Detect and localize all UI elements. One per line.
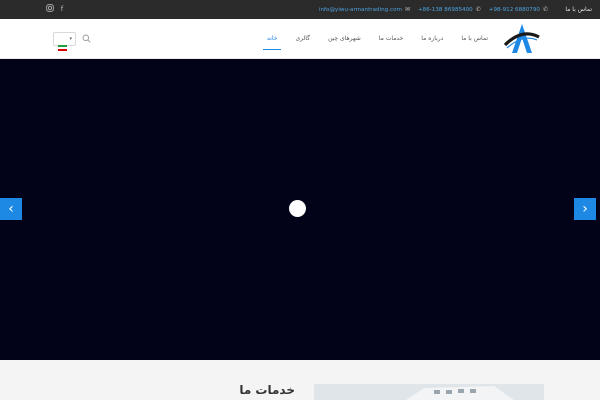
main-menu: خانه گالری شهرهای چین خدمات ما درباره ما… xyxy=(263,19,492,59)
phone-link-1[interactable]: +86-138 86985400 ✆ xyxy=(418,6,481,13)
slider-loading-indicator xyxy=(289,200,306,217)
iran-flag-icon xyxy=(58,36,67,51)
nav-item-about[interactable]: درباره ما xyxy=(417,19,447,59)
main-navbar: خانه گالری شهرهای چین خدمات ما درباره ما… xyxy=(0,19,600,59)
phone-text-1[interactable]: +86-138 86985400 xyxy=(418,7,473,13)
top-bar: f info@yiwu-armantrading.com ✉ +86-138 8… xyxy=(0,0,600,19)
nav-item-gallery[interactable]: گالری xyxy=(291,19,314,59)
phone-icon: ✆ xyxy=(475,6,481,13)
nav-item-home[interactable]: خانه xyxy=(263,19,282,59)
slider-prev-button[interactable]: ‹ xyxy=(0,198,22,220)
nav-item-contact[interactable]: تماس با ما xyxy=(457,19,492,59)
nav-item-china-cities[interactable]: شهرهای چین xyxy=(324,19,365,59)
services-title: خدمات ما xyxy=(239,383,295,397)
site-logo[interactable] xyxy=(503,23,541,57)
hero-slider: ‹ › xyxy=(0,59,600,360)
chevron-left-icon: ‹ xyxy=(8,201,14,217)
chevron-down-icon: ▾ xyxy=(69,36,72,42)
language-selector[interactable]: ▾ xyxy=(53,32,76,51)
email-text[interactable]: info@yiwu-armantrading.com xyxy=(319,7,402,13)
services-image xyxy=(314,384,544,400)
chevron-right-icon: › xyxy=(582,201,588,217)
instagram-icon[interactable] xyxy=(45,4,55,14)
search-icon[interactable] xyxy=(82,34,92,44)
envelope-icon: ✉ xyxy=(404,6,410,13)
phone-text-2[interactable]: +98-912 6880790 xyxy=(489,7,540,13)
phone-icon: ✆ xyxy=(542,6,548,13)
nav-item-services[interactable]: خدمات ما xyxy=(375,19,408,59)
email-link[interactable]: info@yiwu-armantrading.com ✉ xyxy=(319,6,410,13)
contact-info: info@yiwu-armantrading.com ✉ +86-138 869… xyxy=(319,0,548,19)
slider-next-button[interactable]: › xyxy=(574,198,596,220)
contact-label: تماس با ما xyxy=(565,6,592,13)
services-section: خدمات ما xyxy=(0,360,600,400)
facebook-icon[interactable]: f xyxy=(57,4,67,14)
phone-link-2[interactable]: +98-912 6880790 ✆ xyxy=(489,6,548,13)
